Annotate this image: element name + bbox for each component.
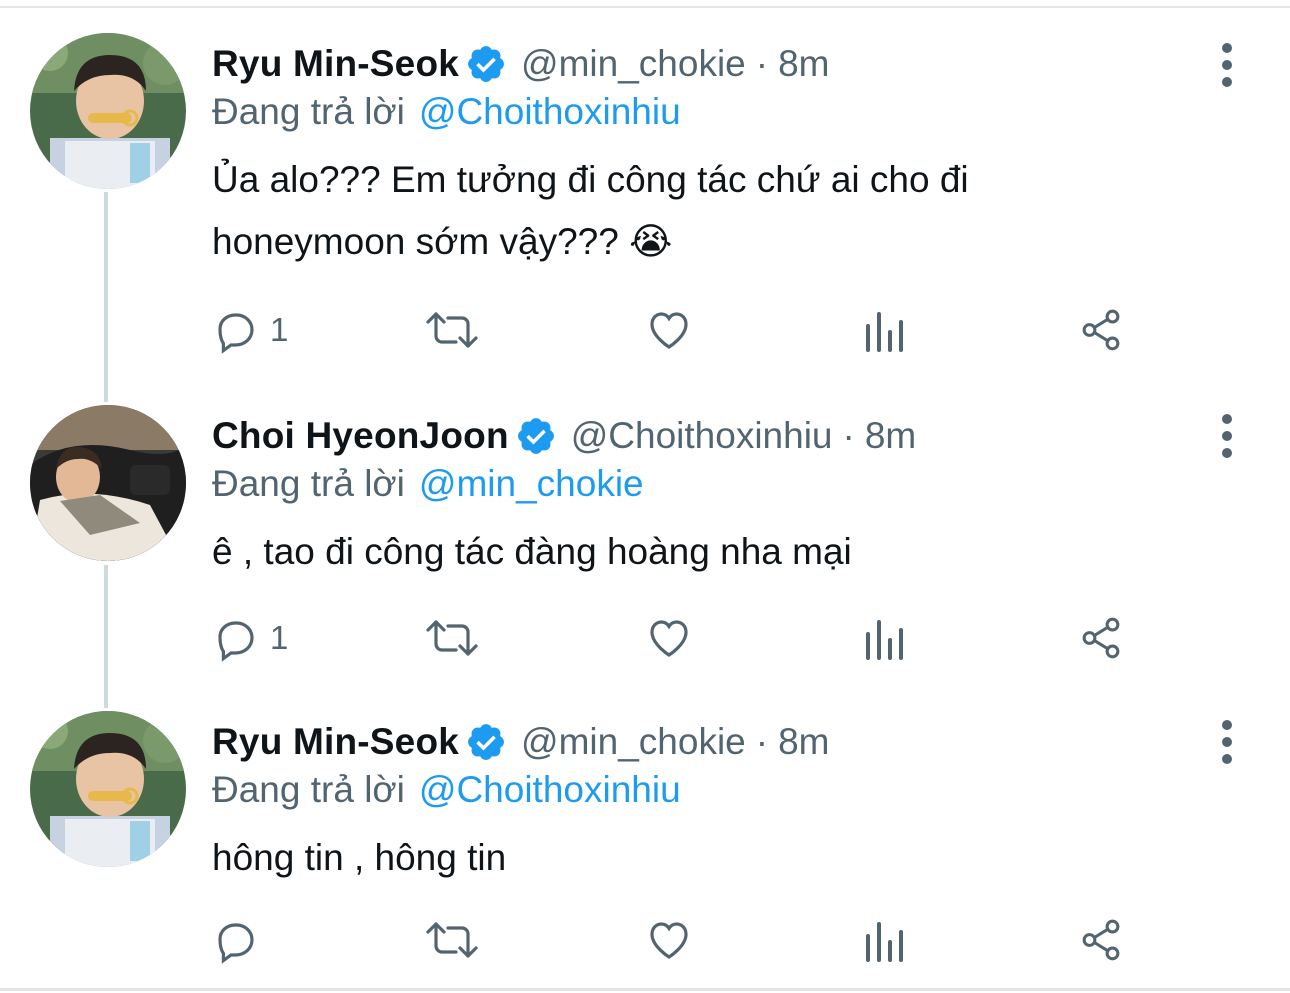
thread-connector-line <box>104 192 108 402</box>
top-divider <box>0 6 1290 8</box>
share-nodes-icon <box>1082 617 1120 659</box>
replying-to-label: Đang trả lời <box>212 91 405 132</box>
tweet-text-line: honeymoon sớm vậy??? 😭 <box>212 221 673 262</box>
user-handle[interactable]: @min_chokie <box>521 721 746 763</box>
more-dot <box>1222 60 1232 70</box>
more-options-button[interactable] <box>1212 720 1242 764</box>
tweet-header: Ryu Min-Seok @min_chokie · 8m <box>212 717 830 767</box>
views-button[interactable] <box>862 608 906 668</box>
more-dot <box>1222 448 1232 458</box>
avatar[interactable] <box>30 33 186 189</box>
tweet-text: ê , tao đi công tác đàng hoàng nha mại <box>212 521 1112 583</box>
replying-to-link[interactable]: @min_chokie <box>419 463 644 505</box>
thread-connector-line <box>104 565 108 708</box>
tweet-text: Ủa alo??? Em tưởng đi công tác chứ ai ch… <box>212 149 1112 273</box>
like-button[interactable] <box>644 910 694 970</box>
retweet-arrows-icon <box>426 620 478 656</box>
share-nodes-icon <box>1082 919 1120 961</box>
reply-button[interactable] <box>212 910 270 970</box>
timestamp[interactable]: 8m <box>778 721 829 763</box>
reply-count: 1 <box>270 619 289 656</box>
reply-count: 1 <box>270 311 289 348</box>
views-button[interactable] <box>862 910 906 970</box>
replying-to: Đang trả lời @Choithoxinhiu <box>212 767 681 813</box>
heart-icon <box>650 922 688 959</box>
user-handle[interactable]: @min_chokie <box>521 43 746 85</box>
retweet-button[interactable] <box>424 608 480 668</box>
tweet-text-line: Ủa alo??? Em tưởng đi công tác chứ ai ch… <box>212 159 969 200</box>
more-dot <box>1222 43 1232 53</box>
more-options-button[interactable] <box>1212 414 1242 458</box>
more-dot <box>1222 77 1232 87</box>
like-button[interactable] <box>644 300 694 360</box>
action-bar <box>212 910 1290 970</box>
replying-to: Đang trả lời @min_chokie <box>212 461 644 507</box>
retweet-arrows-icon <box>426 922 478 958</box>
display-name[interactable]: Ryu Min-Seok <box>212 721 459 763</box>
tweet-text-line: hông tin , hông tin <box>212 837 507 878</box>
bottom-divider <box>0 988 1290 991</box>
share-button[interactable] <box>1078 910 1124 970</box>
replying-to-link[interactable]: @Choithoxinhiu <box>419 769 681 811</box>
separator-dot: · <box>755 721 769 762</box>
more-options-button[interactable] <box>1212 43 1242 87</box>
retweet-arrows-icon <box>426 312 478 348</box>
more-dot <box>1222 431 1232 441</box>
replying-to-link[interactable]: @Choithoxinhiu <box>419 91 681 133</box>
more-dot <box>1222 754 1232 764</box>
replying-to: Đang trả lời @Choithoxinhiu <box>212 89 681 135</box>
tweet-header: Choi HyeonJoon @Choithoxinhiu · 8m <box>212 411 916 461</box>
views-button[interactable] <box>862 300 906 360</box>
timestamp[interactable]: 8m <box>865 415 916 457</box>
heart-icon <box>650 312 688 349</box>
more-dot <box>1222 720 1232 730</box>
bar-chart-icon <box>866 312 903 352</box>
bar-chart-icon <box>866 922 903 962</box>
user-handle[interactable]: @Choithoxinhiu <box>571 415 833 457</box>
replying-to-label: Đang trả lời <box>212 463 405 504</box>
action-bar: 1 <box>212 608 1290 668</box>
heart-icon <box>650 620 688 657</box>
verified-badge-icon <box>517 418 554 454</box>
speech-bubble-icon <box>218 621 254 662</box>
avatar[interactable] <box>30 711 186 867</box>
retweet-button[interactable] <box>424 910 480 970</box>
reply-button[interactable]: 1 <box>212 300 288 360</box>
speech-bubble-icon <box>218 313 254 354</box>
separator-dot: · <box>842 415 855 456</box>
verified-badge-icon <box>468 724 504 760</box>
speech-bubble-icon <box>218 923 254 964</box>
more-dot <box>1222 414 1232 424</box>
share-button[interactable] <box>1078 608 1124 668</box>
action-bar: 1 <box>212 300 1290 360</box>
timestamp[interactable]: 8m <box>778 43 829 85</box>
tweet-header: Ryu Min-Seok @min_chokie · 8m <box>212 39 830 89</box>
tweet-text: hông tin , hông tin <box>212 827 1112 889</box>
share-nodes-icon <box>1082 309 1120 351</box>
verified-badge-icon <box>468 46 504 82</box>
tweet-text-line: ê , tao đi công tác đàng hoàng nha mại <box>212 531 852 572</box>
like-button[interactable] <box>644 608 694 668</box>
reply-button[interactable]: 1 <box>212 608 288 668</box>
retweet-button[interactable] <box>424 300 480 360</box>
display-name[interactable]: Choi HyeonJoon <box>212 415 509 457</box>
replying-to-label: Đang trả lời <box>212 769 405 810</box>
more-dot <box>1222 737 1232 747</box>
separator-dot: · <box>755 43 769 84</box>
display-name[interactable]: Ryu Min-Seok <box>212 43 459 85</box>
bar-chart-icon <box>866 620 903 660</box>
avatar[interactable] <box>30 405 186 561</box>
share-button[interactable] <box>1078 300 1124 360</box>
